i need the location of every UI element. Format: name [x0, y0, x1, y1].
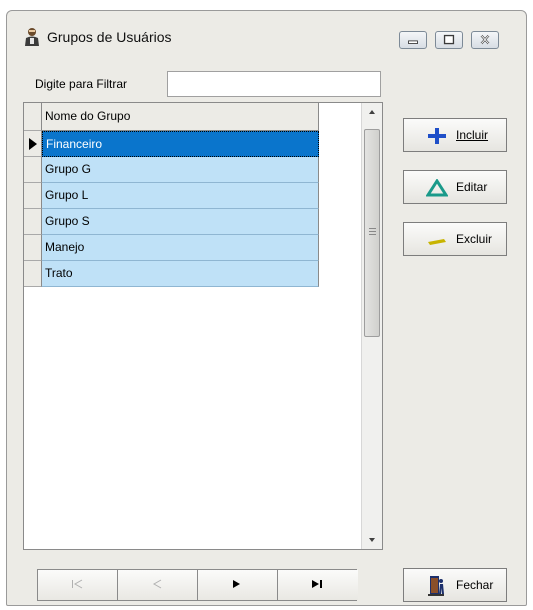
excluir-label: Excluir [456, 232, 493, 246]
row-indicator [24, 131, 42, 157]
next-record-icon [233, 580, 240, 588]
first-record-icon [72, 579, 83, 589]
excluir-button[interactable]: Excluir [403, 222, 507, 256]
grip-line [369, 228, 376, 229]
row-cell[interactable]: Grupo G [42, 157, 319, 183]
close-icon [480, 34, 490, 45]
row-cell[interactable]: Manejo [42, 235, 319, 261]
grupos-window: Grupos de Usuários Digite para Filtrar N… [6, 10, 527, 606]
incluir-label: Incluir [456, 128, 489, 142]
prior-record-button[interactable] [118, 570, 198, 600]
filter-label: Digite para Filtrar [35, 77, 128, 91]
last-record-icon [312, 580, 322, 588]
minus-icon [428, 239, 446, 245]
close-button[interactable] [471, 31, 499, 49]
table-row[interactable]: Grupo L [24, 183, 319, 209]
minimize-button[interactable] [399, 31, 427, 49]
plus-icon [428, 128, 446, 144]
table-row[interactable]: Manejo [24, 235, 319, 261]
scroll-up-arrow-icon[interactable] [362, 103, 382, 121]
triangle-edit-icon [426, 179, 448, 197]
scroll-thumb[interactable] [364, 129, 380, 337]
grip-line [369, 231, 376, 232]
scroll-down-arrow-icon[interactable] [362, 531, 382, 549]
row-cell[interactable]: Grupo S [42, 209, 319, 235]
grid-corner [24, 103, 42, 131]
door-exit-icon [428, 576, 444, 596]
row-indicator [24, 183, 42, 209]
first-record-button[interactable] [38, 570, 118, 600]
table-row[interactable]: Grupo S [24, 209, 319, 235]
table-row[interactable]: Financeiro [24, 131, 319, 157]
editar-label: Editar [456, 180, 488, 194]
window-title: Grupos de Usuários [47, 29, 172, 45]
title-bar[interactable]: Grupos de Usuários [7, 11, 526, 49]
grid-header: Nome do Grupo [24, 103, 319, 131]
vertical-scrollbar[interactable] [361, 103, 382, 549]
row-indicator [24, 209, 42, 235]
table-row[interactable]: Grupo G [24, 157, 319, 183]
editar-button[interactable]: Editar [403, 170, 507, 204]
maximize-button[interactable] [435, 31, 463, 49]
groups-grid: Nome do Grupo Financeiro Grupo G Grupo L… [23, 102, 383, 550]
record-navigator [37, 569, 358, 601]
users-icon [25, 28, 39, 46]
column-header-nome[interactable]: Nome do Grupo [42, 103, 319, 131]
last-record-button[interactable] [278, 570, 358, 600]
row-cell[interactable]: Financeiro [42, 131, 319, 157]
table-row[interactable]: Trato [24, 261, 319, 287]
grip-line [369, 234, 376, 235]
row-cell[interactable]: Grupo L [42, 183, 319, 209]
row-indicator [24, 157, 42, 183]
row-cell[interactable]: Trato [42, 261, 319, 287]
minimize-icon [408, 40, 418, 44]
maximize-icon [443, 34, 455, 45]
incluir-button[interactable]: Incluir [403, 118, 507, 152]
filter-input[interactable] [167, 71, 381, 97]
next-record-button[interactable] [198, 570, 278, 600]
current-row-pointer-icon [29, 138, 37, 150]
fechar-label: Fechar [456, 578, 494, 592]
fechar-button[interactable]: Fechar [403, 568, 507, 602]
row-indicator [24, 235, 42, 261]
prior-record-icon [152, 579, 162, 589]
row-indicator [24, 261, 42, 287]
